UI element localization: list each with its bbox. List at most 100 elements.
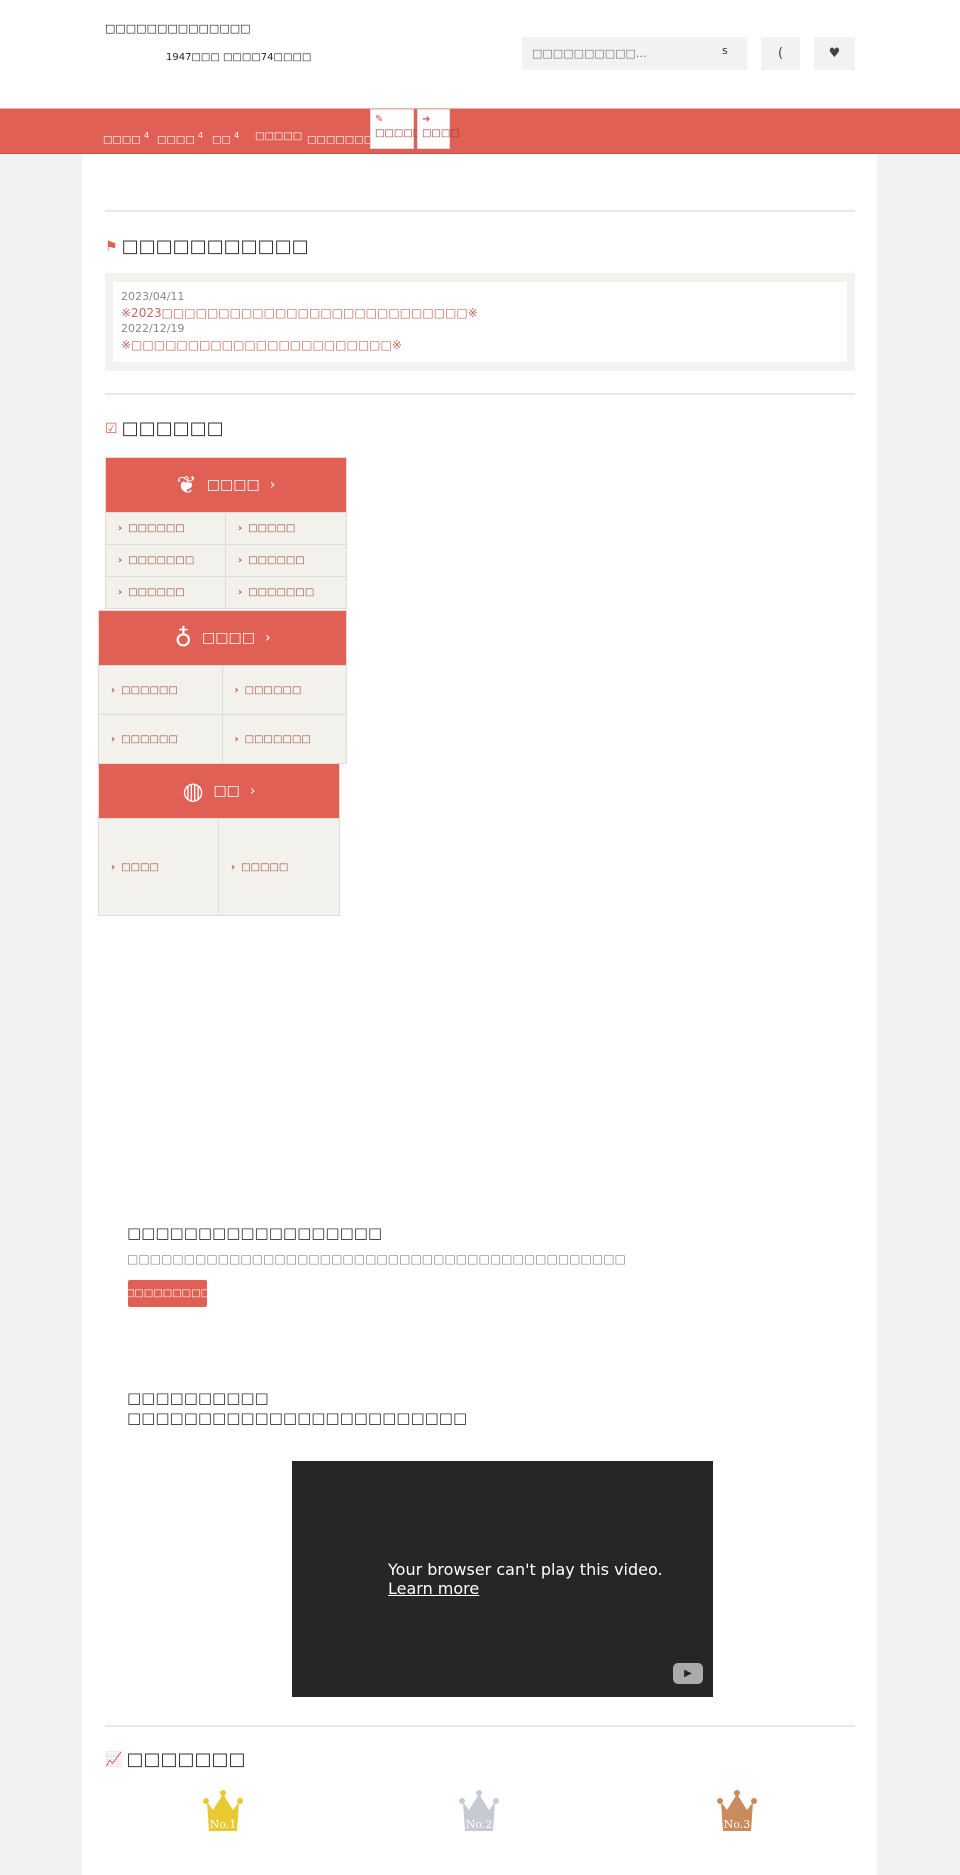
nav-item[interactable]: □□ 4 <box>212 131 239 145</box>
category-link[interactable]: › □□□□□ <box>226 512 346 544</box>
chevron-right-icon: › <box>234 684 239 696</box>
search-button[interactable]: s <box>722 44 728 57</box>
register-button[interactable]: ✎ □□□□□□ <box>370 109 432 149</box>
header-button[interactable]: ( <box>761 37 800 70</box>
chevron-right-icon: › <box>118 555 123 566</box>
divider <box>105 393 855 395</box>
video-intro-line2: □□□□□□□□□□□□□□□□□□□□□□□□ <box>127 1409 468 1427</box>
news-date: 2023/04/11 <box>121 290 185 303</box>
category-title: □□ <box>213 783 240 799</box>
category-link[interactable]: › □□□□□□ <box>222 665 346 714</box>
video-player[interactable]: Your browser can't play this video. Learn… <box>292 1461 713 1697</box>
category-group: ♁ □□□□ › › □□□□□□ › □□□□□□ › □□□□□□ › □□□□□□□ <box>98 610 347 764</box>
chevron-right-icon: › <box>234 733 239 745</box>
main-nav: □□□□ 4 □□□□ 4 □□ 4 □□□□□ □□□□□□□ 4 ✎□□□□… <box>0 108 960 154</box>
category-link[interactable]: › □□□□ <box>99 818 219 915</box>
video-intro-line1: □□□□□□□□□□ <box>127 1389 269 1407</box>
categories-heading: ☑ □□□□□□ <box>105 418 224 439</box>
news-link[interactable]: ※□□□□□□□□□□□□□□□□□□□□□□□※ <box>121 337 839 353</box>
news-box: 2023/04/11 ※2023□□□□□□□□□□□□□□□□□□□□□□□□… <box>105 273 855 371</box>
favorites-button[interactable]: ♥ <box>814 37 855 70</box>
chevron-right-icon: › <box>238 587 243 598</box>
category-link[interactable]: › □□□□□□ <box>99 665 223 714</box>
site-header: □□□□□□□□□□□□□□ 1947□□□ □□□□74□□□□ s ( ♥ <box>0 0 960 108</box>
chevron-right-icon: › <box>111 684 116 696</box>
category-link-label: □□□□□□ <box>128 523 185 534</box>
divider <box>105 210 855 212</box>
chevron-right-icon: › <box>118 587 123 598</box>
promo-heading: □□□□□□□□□□□□□□□□□□ <box>127 1224 383 1242</box>
news-heading: ⚑ □□□□□□□□□□□ <box>105 236 309 257</box>
category-link-label: □□□□ <box>121 861 159 873</box>
youtube-icon[interactable]: ▶ <box>673 1663 703 1684</box>
crown-label: No.2 <box>466 1818 493 1831</box>
news-date: 2022/12/19 <box>121 322 185 335</box>
category-link[interactable]: › □□□□□ <box>219 818 339 915</box>
flag-icon: ⚑ <box>105 238 118 255</box>
category-link-label: □□□□□ <box>241 861 289 873</box>
category-title: □□□□ <box>206 477 260 493</box>
chevron-right-icon: › <box>111 733 116 745</box>
nav-badge: 4 <box>234 131 240 140</box>
news-heading-text: □□□□□□□□□□□ <box>121 236 309 257</box>
category-link-label: □□□□□ <box>248 523 296 534</box>
category-link[interactable]: › □□□□□□ <box>99 714 223 763</box>
category-group: ❦ □□□□ › › □□□□□□ › □□□□□ › □□□□□□□ › □□□□□□ ›… <box>105 457 347 609</box>
line-chart-icon: 📈 <box>105 1751 123 1768</box>
divider <box>105 1725 855 1727</box>
garlic-icon: ♁ <box>174 624 193 652</box>
category-header[interactable]: ♁ □□□□ › <box>99 611 346 665</box>
nav-label: □□□□□ <box>255 131 303 142</box>
nav-label: □□□□ <box>157 134 195 146</box>
ranking-heading: 📈 □□□□□□□ <box>105 1749 246 1770</box>
login-label: □□□□ <box>422 128 460 139</box>
category-link-label: □□□□□□□ <box>248 587 315 598</box>
category-link[interactable]: › □□□□□□ <box>106 576 226 608</box>
video-error-message: Your browser can't play this video. <box>388 1560 663 1579</box>
category-link-label: □□□□□□□ <box>244 733 311 745</box>
category-header[interactable]: ◍ □□ › <box>99 764 339 818</box>
promo-text: □□□□□□□□□□□□□□□□□□□□□□□□□□□□□□□□□□□□□□□□… <box>127 1252 626 1266</box>
ranking-heading-text: □□□□□□□ <box>126 1749 246 1770</box>
categories-heading-text: □□□□□□ <box>121 418 224 439</box>
chevron-right-icon: › <box>264 630 271 646</box>
heart-icon: ♥ <box>828 46 841 61</box>
category-link-label: □□□□□□ <box>121 733 178 745</box>
nav-label: □□□□ <box>103 134 141 146</box>
chevron-right-icon: › <box>231 861 236 873</box>
site-subtitle: 1947□□□ □□□□74□□□□ <box>166 52 312 63</box>
chevron-right-icon: › <box>111 861 116 873</box>
edit-icon: ✎ <box>375 114 384 125</box>
crown-rank-3-icon: No.3 <box>717 1790 757 1831</box>
chevron-right-icon: › <box>118 523 123 534</box>
category-link-label: □□□□□□ <box>121 684 178 696</box>
news-link[interactable]: ※2023□□□□□□□□□□□□□□□□□□□□□□□□□□□※ <box>121 305 839 321</box>
category-link-label: □□□□□□□ <box>128 555 195 566</box>
search-input[interactable] <box>522 37 747 70</box>
category-link[interactable]: › □□□□□□ <box>106 512 226 544</box>
category-link-label: □□□□□□ <box>128 587 185 598</box>
category-link[interactable]: › □□□□□□ <box>226 544 346 576</box>
sign-in-icon: ➜ <box>422 114 431 125</box>
site-title[interactable]: □□□□□□□□□□□□□□ <box>105 22 251 35</box>
category-link[interactable]: › □□□□□□□ <box>106 544 226 576</box>
category-header[interactable]: ❦ □□□□ › <box>106 458 346 512</box>
learn-more-link[interactable]: Learn more <box>388 1579 479 1598</box>
promo-button[interactable]: □□□□□□□□□ <box>125 1280 210 1307</box>
nav-badge: 4 <box>143 131 150 140</box>
category-link-label: □□□□□□ <box>248 555 305 566</box>
nav-label: □□□□□□□ <box>307 134 374 146</box>
login-button[interactable]: ➜ □□□□ <box>417 109 460 149</box>
crown-rank-2-icon: No.2 <box>459 1790 499 1831</box>
nav-badge: 4 <box>197 131 204 140</box>
category-link[interactable]: › □□□□□□□ <box>226 576 346 608</box>
nav-item[interactable]: □□□□□ <box>255 131 302 142</box>
nav-label: □□ <box>212 134 231 146</box>
ginger-icon: ❦ <box>176 471 197 499</box>
category-link-label: □□□□□□ <box>244 684 302 696</box>
category-link[interactable]: › □□□□□□□ <box>222 714 346 763</box>
nav-item[interactable]: □□□□ 4 <box>103 131 149 145</box>
category-title: □□□□ <box>202 630 255 646</box>
crown-rank-1-icon: No.1 <box>203 1790 243 1831</box>
nav-item[interactable]: □□□□ 4 <box>157 131 203 145</box>
